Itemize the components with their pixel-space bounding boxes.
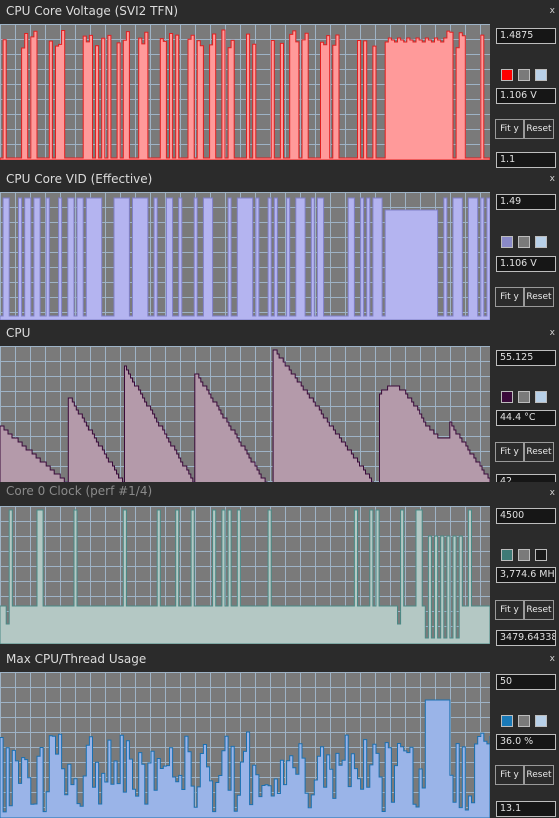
min-value-field[interactable]: 13.1 — [496, 801, 556, 817]
graph-controls: 4500 3,774.6 MHz Fit y Reset 3479.64338 — [490, 506, 559, 646]
panel-cpu-temperature: CPU x 55.125 44.4 °C Fit y Reset 42 — [0, 322, 559, 490]
max-value-field[interactable]: 4500 — [496, 508, 556, 524]
max-value-field[interactable]: 1.49 — [496, 194, 556, 210]
fit-y-button[interactable]: Fit y — [495, 119, 524, 139]
graph-area[interactable] — [0, 192, 490, 320]
background-color-swatch[interactable] — [535, 715, 547, 727]
panel-title: CPU Core VID (Effective) — [6, 172, 153, 186]
panel-core0-clock: Core 0 Clock (perf #1/4) x 4500 3,774.6 … — [0, 482, 559, 646]
graph-controls: 55.125 44.4 °C Fit y Reset 42 — [490, 346, 559, 490]
panel-title-bar: CPU Core Voltage (SVI2 TFN) x — [0, 0, 559, 24]
graph-area[interactable] — [0, 346, 490, 488]
panel-max-cpu-thread-usage: Max CPU/Thread Usage x 50 36.0 % Fit y R… — [0, 648, 559, 818]
fill-color-swatch[interactable] — [518, 391, 530, 403]
panel-title: CPU Core Voltage (SVI2 TFN) — [6, 4, 179, 18]
close-icon[interactable]: x — [550, 174, 555, 184]
close-icon[interactable]: x — [550, 654, 555, 664]
background-color-swatch[interactable] — [535, 69, 547, 81]
panel-cpu-core-voltage: CPU Core Voltage (SVI2 TFN) x 1.4875 1.1… — [0, 0, 559, 168]
graph-controls: 1.49 1.106 V Fit y Reset — [490, 192, 559, 320]
panel-title: CPU — [6, 326, 31, 340]
background-color-swatch[interactable] — [535, 391, 547, 403]
fill-color-swatch[interactable] — [518, 236, 530, 248]
fit-y-button[interactable]: Fit y — [495, 442, 524, 462]
fit-y-button[interactable]: Fit y — [495, 287, 524, 307]
min-value-field[interactable]: 3479.64338 — [496, 630, 556, 646]
reset-button[interactable]: Reset — [524, 442, 554, 462]
panel-title-bar: Core 0 Clock (perf #1/4) x — [0, 482, 559, 504]
graph-controls: 1.4875 1.106 V Fit y Reset 1.1 — [490, 24, 559, 168]
graph-area[interactable] — [0, 672, 490, 818]
panel-title: Core 0 Clock (perf #1/4) — [6, 484, 153, 498]
current-value-field: 44.4 °C — [496, 410, 556, 426]
graph-area[interactable] — [0, 506, 490, 644]
close-icon[interactable]: x — [550, 328, 555, 338]
fill-color-swatch[interactable] — [518, 715, 530, 727]
panel-title-bar: CPU x — [0, 322, 559, 346]
background-color-swatch[interactable] — [535, 549, 547, 561]
reset-button[interactable]: Reset — [524, 287, 554, 307]
close-icon[interactable]: x — [550, 6, 555, 16]
fill-color-swatch[interactable] — [518, 549, 530, 561]
reset-button[interactable]: Reset — [524, 765, 554, 785]
current-value-field: 1.106 V — [496, 256, 556, 272]
fit-y-button[interactable]: Fit y — [495, 765, 524, 785]
max-value-field[interactable]: 1.4875 — [496, 28, 556, 44]
panel-title: Max CPU/Thread Usage — [6, 652, 147, 666]
fill-color-swatch[interactable] — [518, 69, 530, 81]
max-value-field[interactable]: 50 — [496, 674, 556, 690]
line-color-swatch[interactable] — [501, 549, 513, 561]
current-value-field: 36.0 % — [496, 734, 556, 750]
panel-title-bar: CPU Core VID (Effective) x — [0, 168, 559, 192]
line-color-swatch[interactable] — [501, 69, 513, 81]
line-color-swatch[interactable] — [501, 236, 513, 248]
reset-button[interactable]: Reset — [524, 600, 554, 620]
current-value-field: 3,774.6 MHz — [496, 567, 556, 583]
line-color-swatch[interactable] — [501, 391, 513, 403]
reset-button[interactable]: Reset — [524, 119, 554, 139]
min-value-field[interactable]: 1.1 — [496, 152, 556, 168]
graph-area[interactable] — [0, 24, 490, 160]
graph-controls: 50 36.0 % Fit y Reset 13.1 — [490, 672, 559, 818]
panel-title-bar: Max CPU/Thread Usage x — [0, 648, 559, 672]
max-value-field[interactable]: 55.125 — [496, 350, 556, 366]
panel-cpu-core-vid: CPU Core VID (Effective) x 1.49 1.106 V … — [0, 168, 559, 320]
background-color-swatch[interactable] — [535, 236, 547, 248]
close-icon[interactable]: x — [550, 488, 555, 498]
current-value-field: 1.106 V — [496, 88, 556, 104]
fit-y-button[interactable]: Fit y — [495, 600, 524, 620]
line-color-swatch[interactable] — [501, 715, 513, 727]
